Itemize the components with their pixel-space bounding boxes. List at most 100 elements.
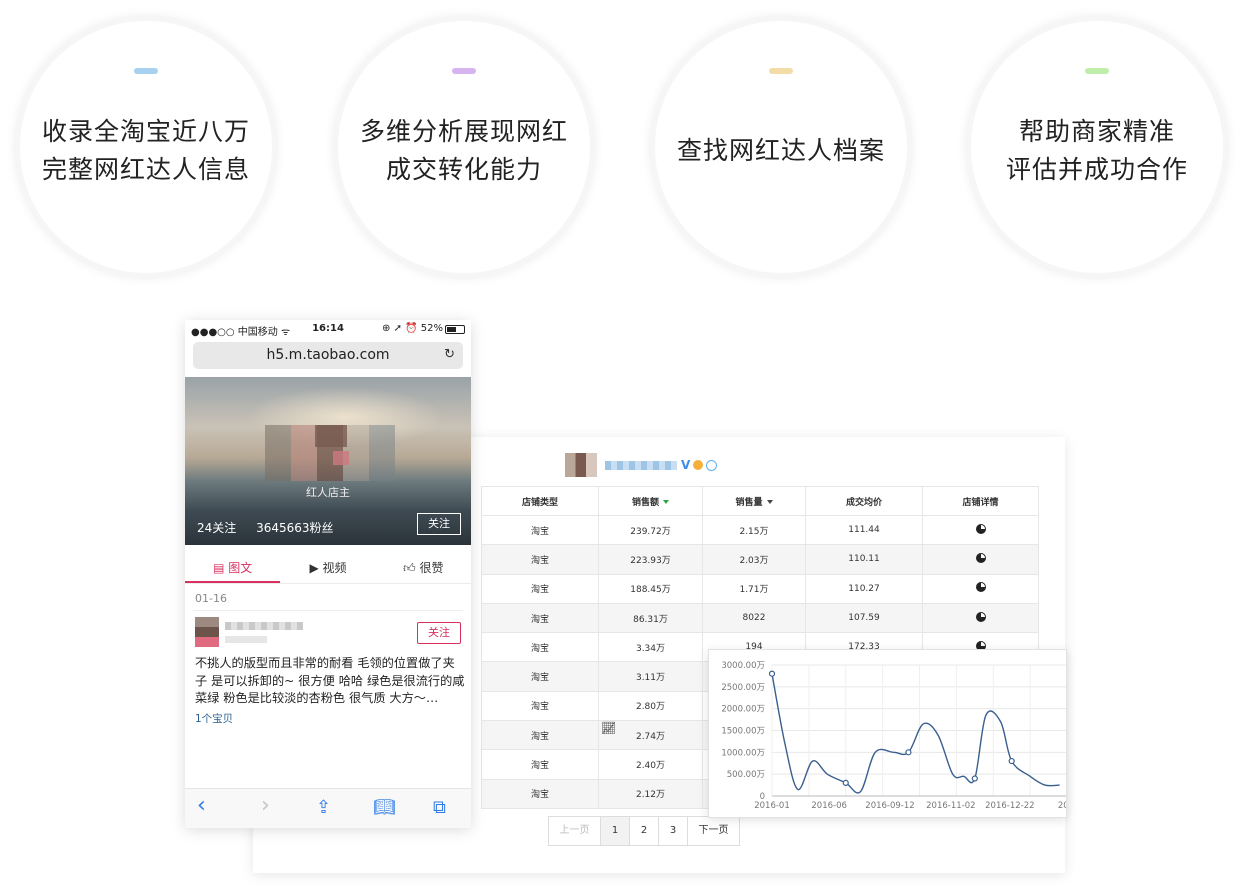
- tabs-icon[interactable]: ⧉: [433, 797, 446, 818]
- pagination: 上一页 1 2 3 下一页: [548, 816, 740, 846]
- tab-label: 很赞: [419, 561, 444, 575]
- tab-label: 图文: [228, 561, 253, 575]
- table-row: 淘宝 239.72万 2.15万 111.44: [481, 514, 1039, 546]
- cell-shop-details: [922, 544, 1039, 575]
- col-header-sales-volume[interactable]: 销售量: [702, 486, 806, 516]
- cell-sales-amount: 188.45万: [598, 573, 703, 604]
- cell-avg-price: 110.11: [805, 544, 923, 575]
- pie-chart-icon[interactable]: [975, 523, 986, 534]
- tab-label: 视频: [322, 561, 347, 575]
- y-tick-label: 1000.00万: [721, 748, 765, 758]
- pie-chart-icon[interactable]: [975, 611, 986, 622]
- post-text[interactable]: 不挑人的版型而且非常的耐看 毛领的位置做了夹子 是可以拆卸的~ 很方便 哈哈 绿…: [195, 655, 465, 708]
- cell-sales-amount: 2.80万: [598, 690, 703, 722]
- accent-dash: [452, 68, 476, 74]
- x-tick-label: 2016-01: [754, 801, 790, 811]
- post-avatar[interactable]: [195, 617, 219, 647]
- cell-avg-price: 111.44: [805, 514, 923, 546]
- forward-icon[interactable]: ›: [261, 793, 270, 818]
- back-icon[interactable]: ‹: [197, 793, 206, 818]
- page-3-button[interactable]: 3: [659, 817, 688, 845]
- cell-sales-amount: 3.11万: [598, 661, 703, 692]
- feature-line: 评估并成功合作: [1005, 155, 1188, 184]
- bookmarks-icon[interactable]: 📖︎: [373, 797, 396, 818]
- chart-svg: 0500.00万1000.00万1500.00万2000.00万2500.00万…: [721, 661, 1067, 811]
- cell-shop-type: 淘宝: [481, 573, 599, 604]
- shop-name: 红人店主: [306, 486, 350, 499]
- document-icon: ▤: [213, 561, 229, 575]
- feature-text: 查找网红达人档案: [655, 91, 907, 211]
- header-label: 销售量: [735, 497, 763, 508]
- post-date: 01-16: [195, 592, 227, 605]
- accent-dash: [134, 68, 158, 74]
- avatar: [565, 453, 597, 477]
- feature-text: 收录全淘宝近八万 完整网红达人信息: [20, 91, 272, 211]
- fans-count[interactable]: 3645663粉丝: [256, 521, 333, 535]
- page-1-button[interactable]: 1: [601, 817, 630, 845]
- video-icon: ▶: [309, 561, 323, 575]
- tab-likes[interactable]: 👍︎ 很赞: [376, 554, 471, 583]
- cell-sales-amount: 2.40万: [598, 749, 703, 780]
- x-tick-label: 20: [1058, 801, 1067, 811]
- cell-sales-volume: 8022: [702, 602, 806, 634]
- y-tick-label: 1500.00万: [721, 727, 765, 737]
- sort-icon: [766, 500, 773, 504]
- shop-header: 红人店主 24关注 3645663粉丝 关注: [185, 377, 471, 545]
- browser-toolbar: ‹ › ⇪ 📖︎ ⧉: [185, 788, 471, 828]
- feature-line: 查找网红达人档案: [676, 136, 885, 165]
- next-page-button[interactable]: 下一页: [688, 817, 739, 845]
- blurred-photo: [333, 451, 349, 465]
- address-bar[interactable]: h5.m.taobao.com ↻: [193, 342, 463, 369]
- col-header-shop-type: 店铺类型: [481, 486, 599, 516]
- cell-shop-type: 淘宝: [481, 690, 599, 722]
- cell-shop-type: 淘宝: [481, 544, 599, 575]
- prev-page-button[interactable]: 上一页: [549, 817, 601, 845]
- post-item-link[interactable]: 1个宝贝: [195, 711, 233, 726]
- cell-sales-amount: 239.72万: [598, 514, 703, 546]
- data-point: [1008, 757, 1015, 765]
- cell-sales-amount: 2.12万: [598, 778, 703, 809]
- blurred-author-name: [225, 622, 303, 630]
- feature-line: 多维分析展现网红: [359, 117, 568, 146]
- feature-circle-analysis: 多维分析展现网红 成交转化能力: [338, 21, 590, 273]
- data-point: [905, 749, 912, 756]
- verified-icon: V: [681, 458, 691, 472]
- table-header-row: 店铺类型 销售额 销售量 成交均价 店铺详情: [481, 486, 1039, 516]
- following-count[interactable]: 24关注: [197, 521, 236, 535]
- feature-circle-coverage: 收录全淘宝近八万 完整网红达人信息: [20, 21, 272, 273]
- thumbs-up-icon: 👍︎: [403, 561, 420, 575]
- header-label: 销售额: [631, 497, 659, 508]
- share-icon[interactable]: ⇪: [316, 797, 331, 818]
- cell-shop-type: 淘宝: [481, 661, 599, 692]
- feature-line: 收录全淘宝近八万: [41, 117, 250, 146]
- influencer-profile[interactable]: V: [565, 453, 718, 477]
- post-follow-button[interactable]: 关注: [417, 622, 461, 644]
- feature-text: 多维分析展现网红 成交转化能力: [338, 91, 590, 211]
- tab-photo-text[interactable]: ▤ 图文: [185, 554, 281, 583]
- feature-line: 成交转化能力: [385, 155, 542, 184]
- tab-video[interactable]: ▶ 视频: [280, 554, 375, 583]
- follow-button[interactable]: 关注: [417, 513, 461, 535]
- cell-shop-type: 淘宝: [481, 720, 599, 751]
- reload-icon[interactable]: ↻: [444, 347, 455, 362]
- trend-chart-icon[interactable]: 📈︎: [601, 721, 616, 735]
- x-tick-label: 2016-09-12: [865, 801, 914, 811]
- url-text: h5.m.taobao.com: [266, 347, 390, 363]
- y-tick-label: 2000.00万: [721, 705, 765, 715]
- page: 收录全淘宝近八万 完整网红达人信息 多维分析展现网红 成交转化能力 查找网红达人…: [0, 0, 1242, 888]
- x-tick-label: 2016-06: [811, 801, 847, 811]
- status-icons: ⊕ ➚ ⏰ 52%: [382, 323, 443, 334]
- blurred-author-meta: [225, 636, 267, 643]
- pie-chart-icon[interactable]: [975, 552, 986, 563]
- blurred-name: [605, 460, 677, 470]
- y-tick-label: 3000.00万: [721, 661, 765, 671]
- level-icon: [706, 459, 718, 471]
- col-header-shop-details: 店铺详情: [922, 486, 1039, 516]
- col-header-sales-amount[interactable]: 销售额: [598, 486, 703, 516]
- pie-chart-icon[interactable]: [975, 582, 986, 593]
- data-point: [768, 670, 776, 677]
- battery-icon: [445, 325, 465, 334]
- cell-sales-amount: 86.31万: [598, 602, 703, 634]
- sort-desc-icon: [663, 500, 669, 504]
- page-2-button[interactable]: 2: [630, 817, 659, 845]
